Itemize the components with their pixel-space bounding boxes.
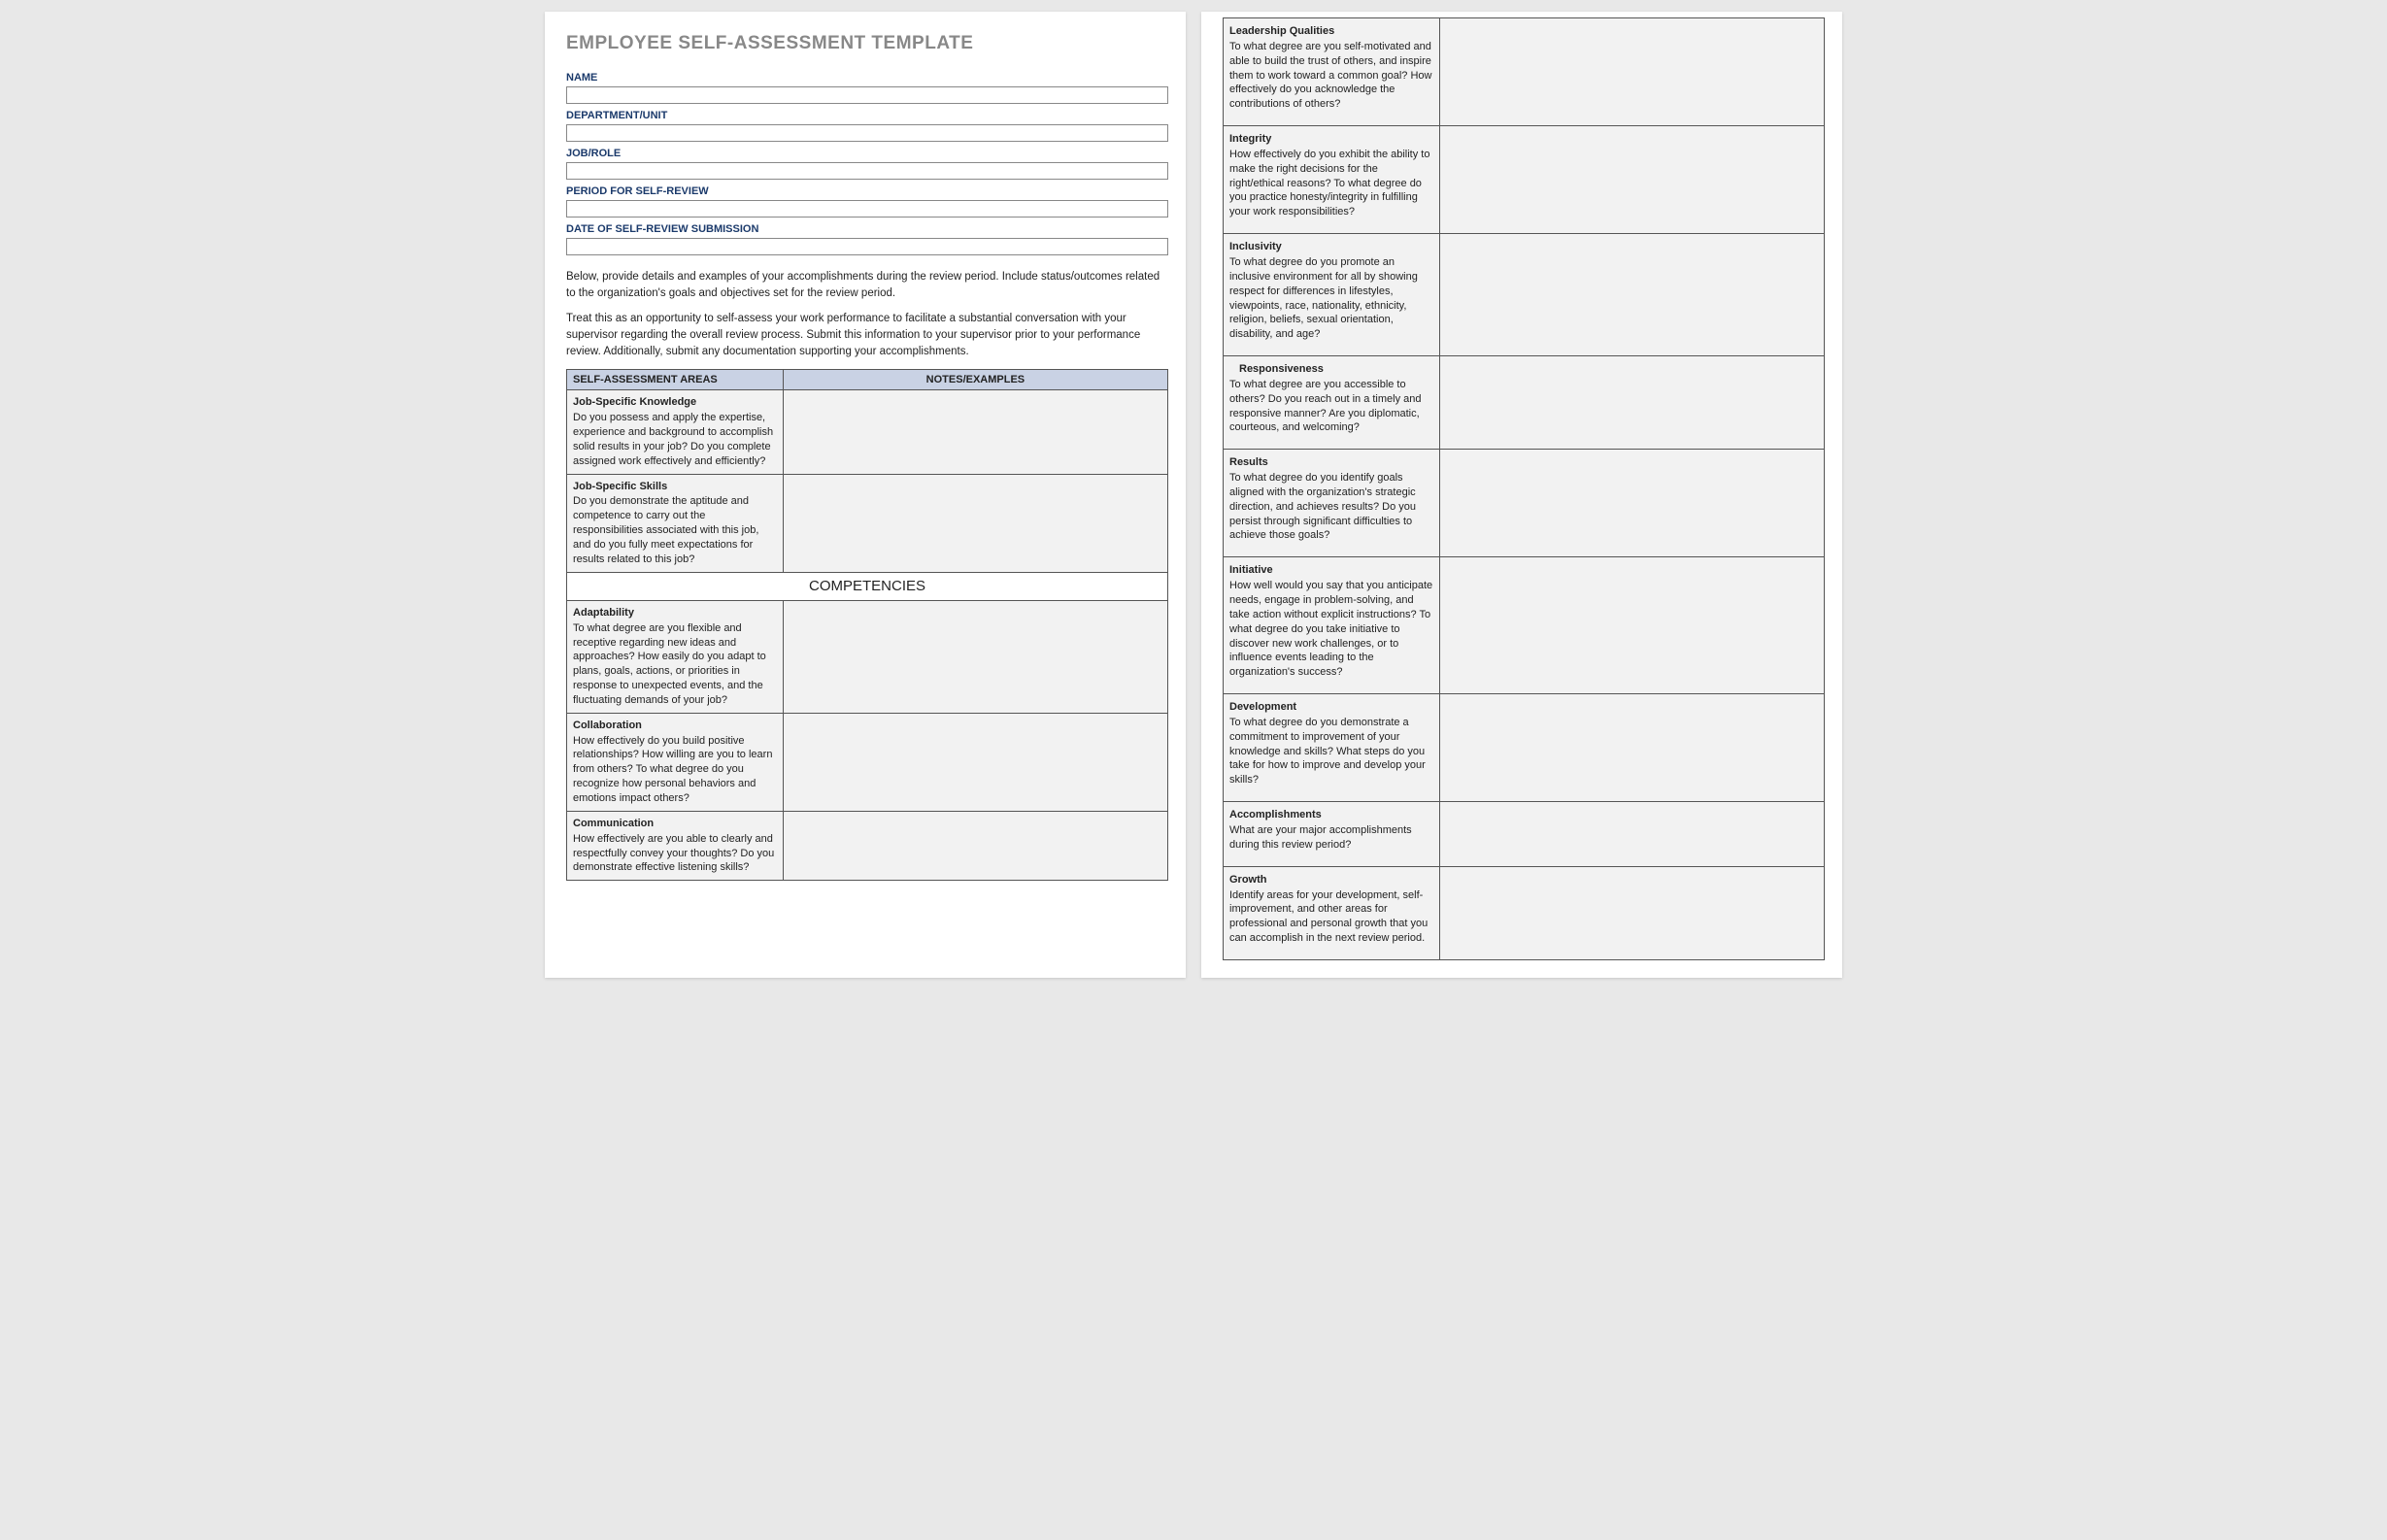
- row-description: How effectively are you able to clearly …: [573, 833, 774, 874]
- row-description: To what degree are you accessible to oth…: [1229, 379, 1422, 434]
- row-title: Growth: [1229, 873, 1433, 887]
- row-description: Identify areas for your development, sel…: [1229, 889, 1428, 945]
- field-name: NAME: [566, 72, 1168, 104]
- area-cell: Responsiveness To what degree are you acc…: [1224, 356, 1440, 450]
- area-cell: Job-Specific SkillsDo you demonstrate th…: [567, 474, 784, 572]
- row-title: Leadership Qualities: [1229, 24, 1433, 39]
- table-row: Initiative How well would you say that yo…: [1224, 557, 1825, 694]
- row-title: Initiative: [1229, 563, 1433, 578]
- notes-cell[interactable]: [1439, 694, 1824, 802]
- field-date: DATE OF SELF-REVIEW SUBMISSION: [566, 223, 1168, 255]
- notes-cell[interactable]: [783, 600, 1167, 713]
- notes-cell[interactable]: [1439, 802, 1824, 867]
- document-page-2: Leadership Qualities To what degree are y…: [1201, 12, 1842, 978]
- area-cell: Communication How effectively are you abl…: [567, 811, 784, 880]
- row-title: Job-Specific Skills: [573, 480, 777, 494]
- table-row: Adaptability To what degree are you flexi…: [567, 600, 1168, 713]
- area-cell: Growth Identify areas for your developmen…: [1224, 866, 1440, 959]
- area-cell: Leadership Qualities To what degree are y…: [1224, 18, 1440, 126]
- row-description: To what degree are you self-motivated an…: [1229, 41, 1431, 110]
- row-description: To what degree do you demonstrate a comm…: [1229, 717, 1426, 786]
- label-job: JOB/ROLE: [566, 148, 1168, 159]
- notes-cell[interactable]: [1439, 866, 1824, 959]
- row-description: To what degree are you flexible and rece…: [573, 622, 766, 706]
- label-period: PERIOD FOR SELF-REVIEW: [566, 185, 1168, 197]
- row-title: Responsiveness: [1229, 362, 1433, 377]
- table-row: Job-Specific SkillsDo you demonstrate th…: [567, 474, 1168, 572]
- notes-cell[interactable]: [783, 713, 1167, 811]
- row-title: Accomplishments: [1229, 808, 1433, 822]
- notes-cell[interactable]: [783, 811, 1167, 880]
- table-row: Inclusivity To what degree do you promote…: [1224, 234, 1825, 356]
- notes-cell[interactable]: [1439, 356, 1824, 450]
- notes-cell[interactable]: [1439, 234, 1824, 356]
- notes-cell[interactable]: [783, 390, 1167, 474]
- row-title: Inclusivity: [1229, 240, 1433, 254]
- row-description: How effectively do you build positive re…: [573, 735, 772, 804]
- row-title: Collaboration: [573, 719, 777, 733]
- assessment-table-page2: Leadership Qualities To what degree are y…: [1223, 17, 1825, 960]
- row-description: Do you demonstrate the aptitude and comp…: [573, 495, 758, 564]
- field-job: JOB/ROLE: [566, 148, 1168, 180]
- input-period[interactable]: [566, 200, 1168, 218]
- table-row: Leadership Qualities To what degree are y…: [1224, 18, 1825, 126]
- area-cell: Development To what degree do you demonst…: [1224, 694, 1440, 802]
- table-row: Responsiveness To what degree are you acc…: [1224, 356, 1825, 450]
- row-title: Results: [1229, 455, 1433, 470]
- table-row: Results To what degree do you identify go…: [1224, 450, 1825, 557]
- notes-cell[interactable]: [1439, 450, 1824, 557]
- notes-cell[interactable]: [1439, 126, 1824, 234]
- field-department: DEPARTMENT/UNIT: [566, 110, 1168, 142]
- table-row: Job-Specific Knowledge Do you possess and…: [567, 390, 1168, 474]
- intro-paragraph-2: Treat this as an opportunity to self-ass…: [566, 311, 1168, 359]
- area-cell: Adaptability To what degree are you flexi…: [567, 600, 784, 713]
- area-cell: Results To what degree do you identify go…: [1224, 450, 1440, 557]
- label-date: DATE OF SELF-REVIEW SUBMISSION: [566, 223, 1168, 235]
- row-description: To what degree do you promote an inclusi…: [1229, 256, 1418, 340]
- document-page-1: EMPLOYEE SELF-ASSESSMENT TEMPLATE NAME D…: [545, 12, 1186, 978]
- label-department: DEPARTMENT/UNIT: [566, 110, 1168, 121]
- area-cell: Initiative How well would you say that yo…: [1224, 557, 1440, 694]
- area-cell: Inclusivity To what degree do you promote…: [1224, 234, 1440, 356]
- intro-text: Below, provide details and examples of y…: [566, 269, 1168, 359]
- notes-cell[interactable]: [783, 474, 1167, 572]
- notes-cell[interactable]: [1439, 557, 1824, 694]
- row-description: To what degree do you identify goals ali…: [1229, 472, 1416, 541]
- document-title: EMPLOYEE SELF-ASSESSMENT TEMPLATE: [566, 33, 1168, 54]
- row-description: What are your major accomplishments duri…: [1229, 824, 1412, 851]
- row-title: Adaptability: [573, 606, 777, 620]
- input-job[interactable]: [566, 162, 1168, 180]
- competencies-header: COMPETENCIES: [567, 572, 1168, 600]
- intro-paragraph-1: Below, provide details and examples of y…: [566, 269, 1168, 301]
- table-row: Growth Identify areas for your developmen…: [1224, 866, 1825, 959]
- row-description: Do you possess and apply the expertise, …: [573, 412, 773, 467]
- row-title: Job-Specific Knowledge: [573, 395, 777, 410]
- table-row: Communication How effectively are you abl…: [567, 811, 1168, 880]
- table-row: Accomplishments What are your major accom…: [1224, 802, 1825, 867]
- row-title: Communication: [573, 817, 777, 831]
- table-row: Development To what degree do you demonst…: [1224, 694, 1825, 802]
- table-row: Integrity How effectively do you exhibit …: [1224, 126, 1825, 234]
- area-cell: Collaboration How effectively do you buil…: [567, 713, 784, 811]
- area-cell: Accomplishments What are your major accom…: [1224, 802, 1440, 867]
- label-name: NAME: [566, 72, 1168, 84]
- header-areas: SELF-ASSESSMENT AREAS: [567, 370, 784, 390]
- area-cell: Job-Specific Knowledge Do you possess and…: [567, 390, 784, 474]
- notes-cell[interactable]: [1439, 18, 1824, 126]
- row-title: Integrity: [1229, 132, 1433, 147]
- row-title: Development: [1229, 700, 1433, 715]
- header-notes: NOTES/EXAMPLES: [783, 370, 1167, 390]
- input-name[interactable]: [566, 86, 1168, 104]
- input-department[interactable]: [566, 124, 1168, 142]
- row-description: How effectively do you exhibit the abili…: [1229, 149, 1429, 218]
- field-period: PERIOD FOR SELF-REVIEW: [566, 185, 1168, 218]
- area-cell: Integrity How effectively do you exhibit …: [1224, 126, 1440, 234]
- row-description: How well would you say that you anticipa…: [1229, 580, 1432, 678]
- input-date[interactable]: [566, 238, 1168, 255]
- table-row: Collaboration How effectively do you buil…: [567, 713, 1168, 811]
- assessment-table-page1: SELF-ASSESSMENT AREAS NOTES/EXAMPLES Job…: [566, 369, 1168, 881]
